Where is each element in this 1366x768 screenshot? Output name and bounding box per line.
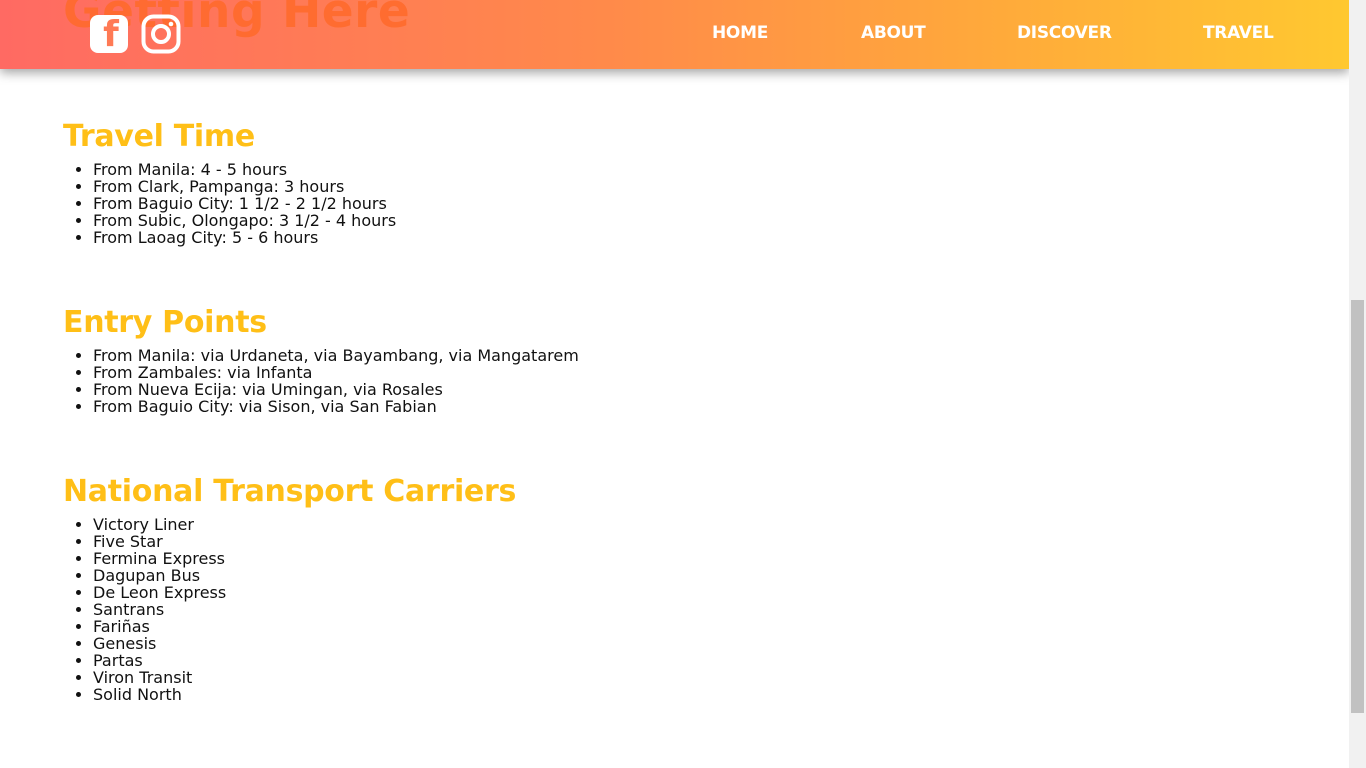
list-item: Solid North (93, 686, 226, 703)
vertical-scrollbar[interactable] (1349, 0, 1366, 768)
nav-home-link[interactable]: HOME (712, 23, 768, 43)
list-item: Santrans (93, 601, 226, 618)
list-item: From Clark, Pampanga: 3 hours (93, 178, 396, 195)
list-item: From Zambales: via Infanta (93, 364, 579, 381)
list-item: De Leon Express (93, 584, 226, 601)
instagram-icon[interactable] (141, 14, 181, 54)
nav-about-link[interactable]: ABOUT (861, 23, 926, 43)
list-item: Victory Liner (93, 516, 226, 533)
nav-discover-link[interactable]: DISCOVER (1017, 23, 1112, 43)
nav-travel-link[interactable]: TRAVEL (1203, 23, 1274, 43)
section-title-entry-points: Entry Points (63, 305, 267, 340)
page: Travel Time From Manila: 4 - 5 hours Fro… (0, 0, 1349, 768)
section-title-transport-carriers: National Transport Carriers (63, 474, 517, 509)
transport-carriers-list: Victory Liner Five Star Fermina Express … (63, 516, 226, 703)
list-item: From Nueva Ecija: via Umingan, via Rosal… (93, 381, 579, 398)
facebook-icon[interactable]: f (90, 15, 128, 53)
travel-time-list: From Manila: 4 - 5 hours From Clark, Pam… (63, 161, 396, 246)
entry-points-list: From Manila: via Urdaneta, via Bayambang… (63, 347, 579, 415)
list-item: Partas (93, 652, 226, 669)
list-item: Viron Transit (93, 669, 226, 686)
social-links: f (90, 14, 181, 54)
instagram-glyph (141, 14, 181, 54)
section-title-travel-time: Travel Time (63, 119, 255, 154)
list-item: From Laoag City: 5 - 6 hours (93, 229, 396, 246)
list-item: Genesis (93, 635, 226, 652)
list-item: From Baguio City: 1 1/2 - 2 1/2 hours (93, 195, 396, 212)
facebook-glyph: f (103, 15, 119, 53)
list-item: Dagupan Bus (93, 567, 226, 584)
list-item: From Baguio City: via Sison, via San Fab… (93, 398, 579, 415)
list-item: From Subic, Olongapo: 3 1/2 - 4 hours (93, 212, 396, 229)
list-item: Fermina Express (93, 550, 226, 567)
scrollbar-thumb[interactable] (1351, 300, 1364, 713)
list-item: Five Star (93, 533, 226, 550)
list-item: From Manila: 4 - 5 hours (93, 161, 396, 178)
list-item: Fariñas (93, 618, 226, 635)
list-item: From Manila: via Urdaneta, via Bayambang… (93, 347, 579, 364)
site-header: Getting Here f HOME ABOUT DISCOVER TRAVE… (0, 0, 1349, 69)
